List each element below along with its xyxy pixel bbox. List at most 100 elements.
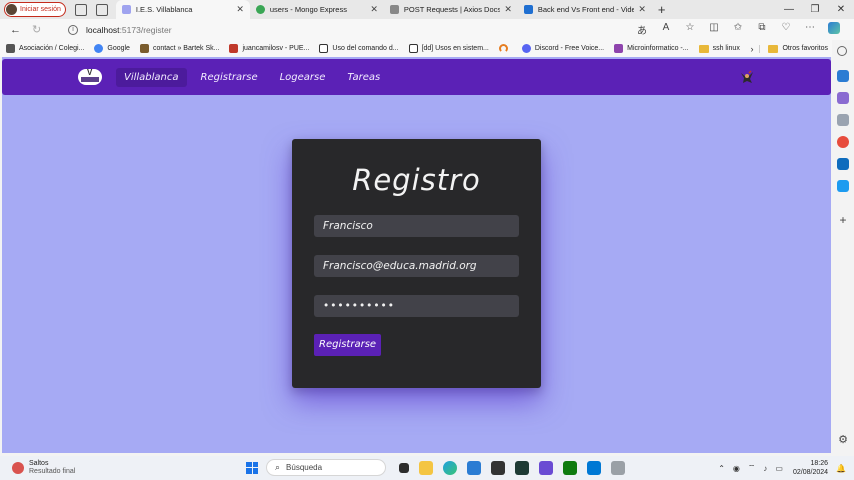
register-submit-button[interactable]: Registrarse [314,334,382,356]
microsoft-365-icon[interactable] [837,136,849,148]
favorites-icon[interactable]: ✩ [726,22,750,37]
bookmarks-bar: Asociación / Colegi... Google contact » … [0,40,832,57]
folder-icon [768,44,779,53]
add-icon[interactable]: + [837,214,849,226]
vscode-icon[interactable] [587,460,601,475]
send-icon[interactable] [837,180,849,192]
tab-title: POST Requests | Axios Docs [403,5,501,14]
tools-icon[interactable] [837,92,849,104]
browser-essentials-icon[interactable]: ♡ [774,22,798,37]
file-explorer-icon[interactable] [419,460,433,475]
read-aloud-icon[interactable]: A [654,22,678,37]
collections-icon[interactable]: ⧉ [750,22,774,37]
document-icon [319,44,329,53]
profile-button[interactable]: Iniciar sesión [4,2,66,17]
bookmark-icon [614,44,624,53]
windows-start-icon[interactable] [246,461,258,474]
reload-icon[interactable]: ↻ [32,23,44,36]
user-avatar-icon[interactable] [739,69,755,85]
tray-app-icon[interactable]: ◉ [733,464,740,473]
nav-links: Villablanca Registrarse Logearse Tareas [116,67,394,87]
profile-label: Iniciar sesión [20,6,61,13]
bookmark-asociacion[interactable]: Asociación / Colegi... [6,44,84,53]
tab-axios-docs[interactable]: POST Requests | Axios Docs ✕ [384,0,518,19]
volume-icon[interactable]: ♪ [763,464,767,473]
tab-title: Back end Vs Front end - Video 2 [537,5,635,14]
chevron-up-icon[interactable]: ⌃ [718,464,725,473]
shopping-tag-icon[interactable] [837,70,849,82]
capcut-icon[interactable] [539,460,553,475]
favorite-star-icon[interactable]: ☆ [678,22,702,37]
games-icon[interactable] [837,114,849,126]
mongodb-compass-icon[interactable] [515,460,529,475]
register-card: Registro Francisco Francisco@educa.madri… [292,139,541,388]
bookmark-label: Discord - Free Voice... [534,45,605,52]
snipping-tool-icon[interactable] [611,460,625,475]
browser-tab-strip: Iniciar sesión I.E.S. Villablanca ✕ user… [0,0,854,19]
settings-gear-icon[interactable]: ⚙ [837,434,849,446]
bookmark-discord[interactable]: Discord - Free Voice... [521,44,605,53]
close-icon[interactable]: ✕ [236,4,244,15]
nav-link-tareas[interactable]: Tareas [339,68,388,87]
nav-link-villablanca[interactable]: Villablanca [116,67,187,87]
axios-favicon-icon [389,5,399,14]
taskbar-search[interactable]: ⌕ Búsqueda [266,459,386,476]
bookmark-icon [229,44,239,53]
unity-icon[interactable] [491,460,505,475]
new-tab-icon[interactable]: + [658,2,666,17]
name-input[interactable]: Francisco [314,215,519,237]
split-screen-icon[interactable]: ◫ [702,22,726,37]
tab-video[interactable]: Back end Vs Front end - Video 2 ✕ [518,0,652,19]
school-logo[interactable] [78,69,102,85]
url-field[interactable]: i localhost:5173/register [62,21,622,38]
villablanca-favicon-icon [121,5,131,14]
bookmark-arc[interactable] [498,44,512,53]
maximize-icon[interactable]: ❐ [802,0,828,19]
back-arrow-icon[interactable]: ← [10,24,22,36]
bookmark-juancamilosv[interactable]: juancamilosv - PUE... [229,44,309,53]
close-icon[interactable]: ✕ [638,4,646,15]
taskbar-apps: ⌕ Búsqueda [246,459,630,476]
email-input[interactable]: Francisco@educa.madrid.org [314,255,519,277]
other-favorites[interactable]: Otros favoritos [759,44,828,53]
copilot-icon[interactable] [822,22,846,37]
bookmarks-overflow-icon[interactable]: › [750,44,753,54]
close-icon[interactable]: ✕ [504,4,512,15]
edge-icon[interactable] [443,460,457,475]
bookmark-contact[interactable]: contact » Bartek Sk... [139,44,219,53]
bookmark-usos-sistem[interactable]: [dd] Usos en sistem... [408,44,489,53]
bookmark-google[interactable]: Google [94,44,130,53]
news-subtitle: Resultado final [29,468,76,475]
minimize-icon[interactable]: — [776,0,802,19]
store-icon[interactable] [467,460,481,475]
workspaces-icon[interactable] [74,3,87,16]
app-navbar: Villablanca Registrarse Logearse Tareas [2,59,831,95]
bookmark-microinformatico[interactable]: Microinformatico -... [614,44,689,53]
page-viewport: Villablanca Registrarse Logearse Tareas … [2,57,831,453]
extensions-icon[interactable]: ⋯ [798,22,822,37]
bookmark-ssh-linux[interactable]: ssh linux [698,44,740,53]
tab-actions-icon[interactable] [95,3,108,16]
widgets-news[interactable]: Saltos Resultado final [12,460,75,476]
search-icon[interactable] [837,46,847,56]
nav-link-logearse[interactable]: Logearse [272,68,334,87]
bookmark-uso-comando[interactable]: Uso del comando d... [319,44,399,53]
site-info-icon[interactable]: i [68,24,78,35]
bookmark-label: [dd] Usos en sistem... [421,45,489,52]
notifications-bell-icon[interactable]: 🔔 [836,464,846,473]
task-view-icon[interactable] [399,462,409,473]
tab-title: I.E.S. Villablanca [135,5,193,14]
password-input[interactable]: •••••••••• [314,295,519,317]
profile-avatar [6,4,17,15]
window-close-icon[interactable]: ✕ [828,0,854,19]
tab-villablanca[interactable]: I.E.S. Villablanca ✕ [115,0,250,19]
battery-icon[interactable]: ▭ [775,464,783,473]
close-icon[interactable]: ✕ [370,4,378,15]
nav-link-registrarse[interactable]: Registrarse [193,68,266,87]
clock[interactable]: 18:26 02/08/2024 [793,459,828,477]
xbox-icon[interactable] [563,460,577,475]
translate-icon[interactable]: あ [630,22,654,37]
outlook-icon[interactable] [837,158,849,170]
wifi-icon[interactable]: ⌔ [748,463,756,473]
tab-mongo-express[interactable]: users - Mongo Express ✕ [250,0,384,19]
